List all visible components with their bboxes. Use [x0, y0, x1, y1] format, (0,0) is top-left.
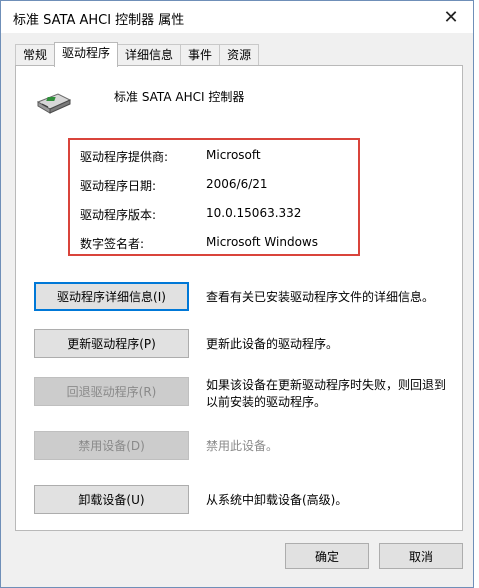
action-update-driver: 更新驱动程序(P) 更新此设备的驱动程序。 — [34, 329, 454, 363]
action-driver-details: 驱动程序详细信息(I) 查看有关已安装驱动程序文件的详细信息。 — [34, 282, 454, 316]
uninstall-device-button[interactable]: 卸载设备(U) — [34, 485, 189, 514]
uninstall-device-desc: 从系统中卸载设备(高级)。 — [206, 493, 348, 507]
date-row: 驱动程序日期: 2006/6/21 — [80, 177, 360, 197]
tab-events[interactable]: 事件 — [180, 44, 221, 66]
date-label: 驱动程序日期: — [80, 179, 157, 193]
update-driver-button[interactable]: 更新驱动程序(P) — [34, 329, 189, 358]
rollback-driver-desc: 如果该设备在更新驱动程序时失败，则回退到以前安装的驱动程序。 — [206, 378, 447, 409]
action-disable-device: 禁用设备(D) 禁用此设备。 — [34, 431, 454, 465]
update-driver-desc: 更新此设备的驱动程序。 — [206, 337, 339, 351]
tab-details[interactable]: 详细信息 — [117, 44, 182, 66]
date-value: 2006/6/21 — [206, 177, 268, 191]
device-name: 标准 SATA AHCI 控制器 — [114, 90, 245, 104]
tab-resources[interactable]: 资源 — [219, 44, 260, 66]
signer-value: Microsoft Windows — [206, 235, 318, 249]
tab-driver[interactable]: 驱动程序 — [54, 42, 119, 67]
tab-general[interactable]: 常规 — [15, 44, 56, 66]
rollback-driver-button: 回退驱动程序(R) — [34, 377, 189, 406]
action-rollback-driver: 回退驱动程序(R) 如果该设备在更新驱动程序时失败，则回退到以前安装的驱动程序。 — [34, 377, 454, 411]
signer-row: 数字签名者: Microsoft Windows — [80, 235, 360, 255]
disable-device-desc: 禁用此设备。 — [206, 439, 279, 453]
tab-strip: 常规 驱动程序 详细信息 事件 资源 — [15, 42, 260, 67]
driver-info-highlight: 驱动程序提供商: Microsoft 驱动程序日期: 2006/6/21 驱动程… — [68, 138, 360, 256]
storage-controller-icon — [36, 88, 72, 116]
signer-label: 数字签名者: — [80, 237, 145, 251]
provider-row: 驱动程序提供商: Microsoft — [80, 148, 360, 168]
provider-value: Microsoft — [206, 148, 261, 162]
disable-device-button: 禁用设备(D) — [34, 431, 189, 460]
provider-label: 驱动程序提供商: — [80, 150, 169, 164]
version-row: 驱动程序版本: 10.0.15063.332 — [80, 206, 360, 226]
cancel-button[interactable]: 取消 — [379, 543, 463, 569]
device-properties-dialog: 标准 SATA AHCI 控制器 属性 ✕ 常规 驱动程序 详细信息 事件 资源… — [0, 0, 474, 588]
driver-details-button[interactable]: 驱动程序详细信息(I) — [34, 282, 189, 311]
version-value: 10.0.15063.332 — [206, 206, 302, 220]
driver-tab-panel: 标准 SATA AHCI 控制器 驱动程序提供商: Microsoft 驱动程序… — [15, 65, 463, 531]
title-bar[interactable]: 标准 SATA AHCI 控制器 属性 ✕ — [1, 1, 473, 33]
action-uninstall-device: 卸载设备(U) 从系统中卸载设备(高级)。 — [34, 485, 454, 519]
version-label: 驱动程序版本: — [80, 208, 157, 222]
driver-details-desc: 查看有关已安装驱动程序文件的详细信息。 — [206, 290, 435, 304]
ok-button[interactable]: 确定 — [285, 543, 369, 569]
window-title: 标准 SATA AHCI 控制器 属性 — [13, 13, 185, 28]
close-button[interactable]: ✕ — [429, 1, 473, 33]
close-icon: ✕ — [443, 6, 459, 28]
